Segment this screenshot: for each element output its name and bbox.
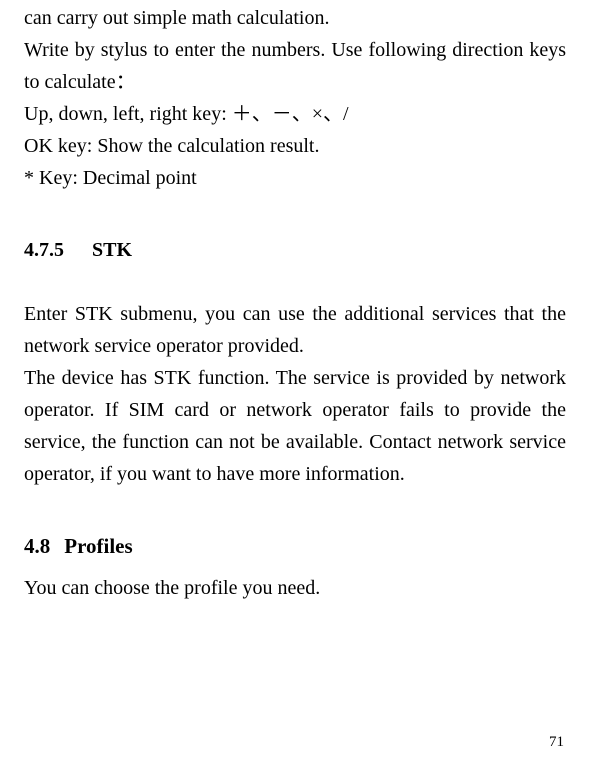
heading-title: Profiles: [64, 534, 132, 558]
paragraph: You can choose the profile you need.: [24, 572, 566, 604]
paragraph: Write by stylus to enter the numbers. Us…: [24, 34, 566, 98]
paragraph: * Key: Decimal point: [24, 162, 566, 194]
paragraph: OK key: Show the calculation result.: [24, 130, 566, 162]
section-spacer: [24, 194, 566, 234]
section-spacer: [24, 266, 566, 298]
paragraph: Enter STK submenu, you can use the addit…: [24, 298, 566, 362]
document-content: can carry out simple math calculation. W…: [24, 0, 566, 604]
heading-number: 4.8: [24, 530, 50, 564]
paragraph: Up, down, left, right key: ＋、－、×、/: [24, 98, 566, 130]
paragraph: The device has STK function. The service…: [24, 362, 566, 490]
heading-number: 4.7.5: [24, 234, 64, 266]
heading-title: STK: [92, 239, 132, 261]
paragraph: can carry out simple math calculation.: [24, 2, 566, 34]
page-number: 71: [549, 734, 564, 751]
section-spacer: [24, 490, 566, 530]
section-heading-475: 4.7.5 STK: [24, 234, 566, 266]
section-heading-48: 4.8 Profiles: [24, 530, 566, 564]
